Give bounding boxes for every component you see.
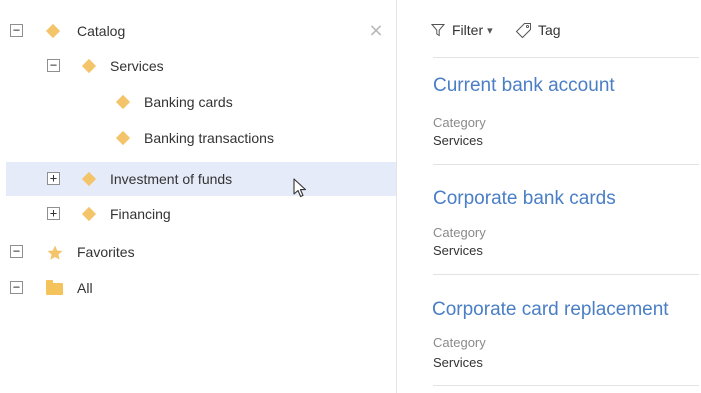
- tree-node-label: Favorites: [77, 244, 135, 260]
- tree-node-catalog[interactable]: − Catalog: [6, 14, 396, 48]
- card-divider: [433, 164, 699, 165]
- expand-toggle[interactable]: +: [47, 207, 60, 220]
- tree-node-services[interactable]: − Services: [6, 49, 396, 83]
- expand-toggle[interactable]: +: [47, 172, 60, 185]
- collapse-toggle[interactable]: −: [10, 281, 23, 294]
- collapse-toggle[interactable]: −: [47, 59, 60, 72]
- tree-node-financing[interactable]: + Financing: [6, 197, 396, 231]
- category-label: Category: [433, 335, 486, 350]
- collapse-toggle[interactable]: −: [10, 24, 23, 37]
- card-divider: [433, 274, 699, 275]
- card-title[interactable]: Corporate card replacement: [432, 299, 699, 321]
- folder-icon: [46, 280, 64, 295]
- tree-node-label: Catalog: [77, 23, 126, 39]
- tree-node-banking-cards[interactable]: Banking cards: [6, 85, 396, 119]
- filter-label: Filter: [452, 22, 484, 38]
- list-item[interactable]: Corporate card replacement Category Serv…: [432, 299, 699, 389]
- tag-button[interactable]: Tag: [515, 21, 561, 39]
- filter-icon: [431, 24, 445, 37]
- diamond-icon: [45, 23, 61, 39]
- tree-node-label: Investment of funds: [110, 171, 233, 187]
- category-label: Category: [433, 225, 486, 240]
- tag-label: Tag: [538, 22, 561, 38]
- detail-panel: Filter ▾ Tag Current bank account Catego…: [397, 0, 701, 393]
- tree-node-label: Financing: [110, 206, 171, 222]
- chevron-down-icon: ▾: [487, 24, 493, 37]
- diamond-icon: [81, 206, 97, 222]
- card-title[interactable]: Corporate bank cards: [433, 188, 699, 210]
- diamond-icon: [115, 130, 131, 146]
- collapse-toggle[interactable]: −: [10, 245, 23, 258]
- toolbar-divider: [433, 57, 699, 58]
- tree-node-label: Banking cards: [144, 94, 233, 110]
- category-value: Services: [433, 355, 483, 370]
- list-item[interactable]: Current bank account Category Services: [433, 75, 699, 167]
- tree-node-investment-of-funds[interactable]: + Investment of funds: [6, 162, 396, 196]
- filter-button[interactable]: Filter ▾: [431, 21, 493, 39]
- tag-icon: [515, 22, 531, 38]
- tree-node-label: Banking transactions: [144, 130, 274, 146]
- category-label: Category: [433, 115, 486, 130]
- star-icon: [46, 244, 64, 262]
- diamond-icon: [115, 94, 131, 110]
- mouse-cursor-icon: [293, 178, 307, 198]
- list-item[interactable]: Corporate bank cards Category Services: [433, 188, 699, 278]
- tree-panel: × − Catalog − Services Banking cards Ban…: [0, 0, 396, 393]
- card-divider: [433, 385, 699, 386]
- card-title[interactable]: Current bank account: [433, 75, 699, 97]
- category-value: Services: [433, 243, 483, 258]
- diamond-icon: [81, 171, 97, 187]
- tree-node-banking-transactions[interactable]: Banking transactions: [6, 121, 396, 155]
- tree-node-favorites[interactable]: − Favorites: [6, 235, 396, 269]
- category-value: Services: [433, 133, 483, 148]
- tree-node-all[interactable]: − All: [6, 271, 396, 305]
- tree-node-label: Services: [110, 58, 164, 74]
- diamond-icon: [81, 58, 97, 74]
- tree-node-label: All: [77, 280, 93, 296]
